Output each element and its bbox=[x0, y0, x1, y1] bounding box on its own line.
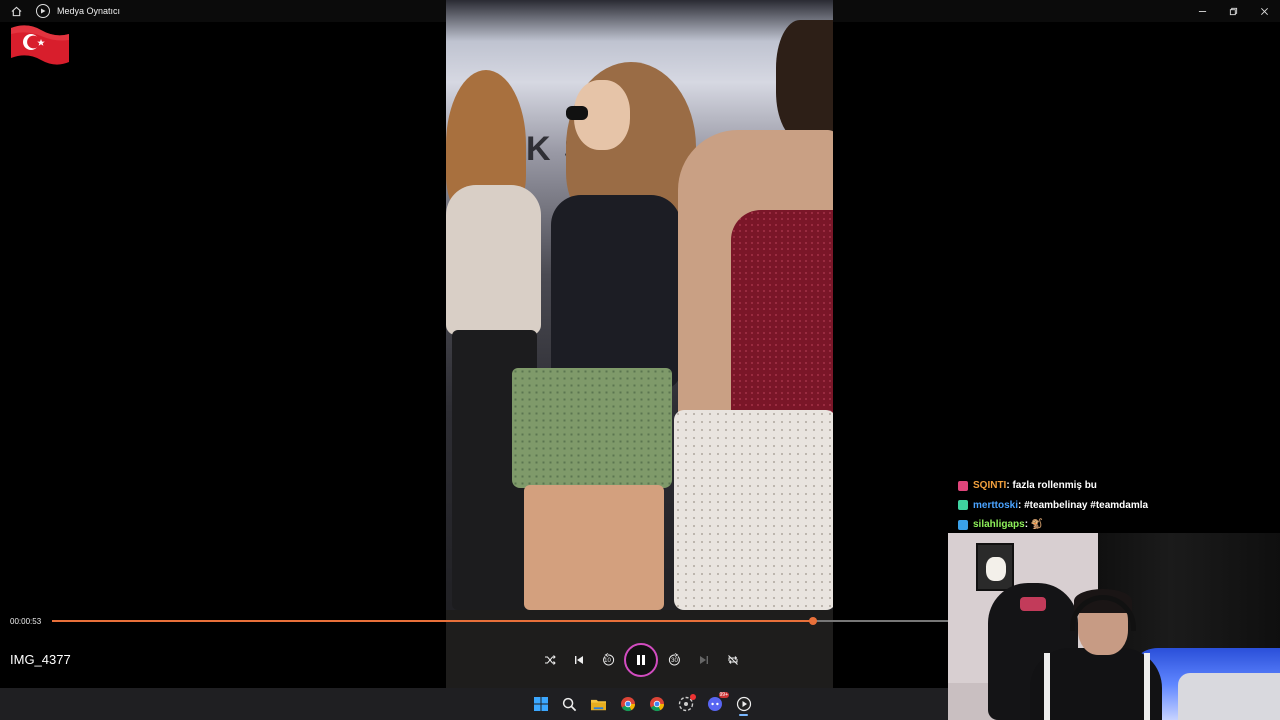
current-time: 00:00:53 bbox=[10, 617, 42, 626]
chat-text: : #teambelinay #teamdamla bbox=[1018, 499, 1149, 511]
chat-text: : fazla rollenmiş bu bbox=[1006, 480, 1097, 492]
media-player-icon[interactable] bbox=[729, 692, 758, 716]
home-icon[interactable] bbox=[5, 0, 27, 22]
restore-button[interactable] bbox=[1218, 0, 1249, 22]
sunglasses bbox=[566, 106, 588, 120]
pause-button[interactable] bbox=[624, 643, 658, 677]
next-icon[interactable] bbox=[689, 645, 718, 675]
seek-bar-thumb[interactable] bbox=[808, 617, 817, 625]
seek-bar[interactable] bbox=[52, 617, 948, 625]
chat-badge-icon bbox=[958, 480, 968, 491]
webcam-overlay bbox=[948, 533, 1280, 720]
chrome-icon[interactable] bbox=[642, 692, 671, 716]
discord-icon[interactable]: 99+ bbox=[700, 692, 729, 716]
file-explorer-icon[interactable] bbox=[584, 692, 613, 716]
chat-message: SQINTI : fazla rollenmiş bu bbox=[958, 476, 1280, 496]
chat-username: merttoski bbox=[973, 499, 1019, 511]
notification-badge bbox=[690, 694, 696, 700]
person-center-body bbox=[551, 195, 681, 390]
person-right-hair bbox=[776, 20, 833, 140]
chat-username: SQINTI bbox=[973, 480, 1007, 492]
green-skirt bbox=[512, 368, 672, 488]
turkish-flag-icon bbox=[9, 22, 71, 68]
chrome-icon[interactable] bbox=[613, 692, 642, 716]
skip-forward-30-icon[interactable]: 30 bbox=[660, 645, 689, 675]
sofa bbox=[1178, 673, 1280, 720]
seek-bar-fill bbox=[52, 620, 813, 622]
video-frame[interactable]: K SE bbox=[446, 0, 833, 688]
media-player-app-icon bbox=[36, 4, 50, 18]
shuffle-icon[interactable] bbox=[535, 645, 564, 675]
chat-username: silahligaps bbox=[973, 519, 1025, 531]
cat-picture bbox=[986, 557, 1006, 581]
lace-skirt bbox=[674, 410, 833, 610]
sequin-top bbox=[731, 210, 833, 435]
chat-badge-icon bbox=[958, 519, 968, 530]
person-left-body bbox=[446, 185, 541, 335]
skip-back-label: 10 bbox=[604, 658, 611, 664]
previous-icon[interactable] bbox=[564, 645, 593, 675]
chat-overlay: SQINTI : fazla rollenmiş bu merttoski : … bbox=[958, 476, 1280, 535]
close-button[interactable] bbox=[1249, 0, 1280, 22]
minimize-button[interactable] bbox=[1187, 0, 1218, 22]
taskbar: 99+ bbox=[0, 688, 948, 720]
chair-logo bbox=[1020, 597, 1046, 611]
skip-back-10-icon[interactable]: 10 bbox=[593, 645, 622, 675]
seek-bar-area: 00:00:53 bbox=[0, 612, 948, 632]
file-name: IMG_4377 bbox=[10, 652, 71, 667]
chat-message: merttoski : #teambelinay #teamdamla bbox=[958, 496, 1280, 516]
chat-message: silahligaps : 🐒 bbox=[958, 515, 1280, 535]
chat-text: : 🐒 bbox=[1024, 519, 1044, 531]
windows-start-icon[interactable] bbox=[526, 692, 555, 716]
repeat-off-icon[interactable] bbox=[718, 645, 747, 675]
chat-badge-icon bbox=[958, 500, 968, 511]
playback-controls: 10 30 bbox=[535, 643, 747, 677]
jacket-stripe bbox=[1144, 653, 1150, 720]
cat-picture-frame bbox=[976, 543, 1014, 591]
window-title: Medya Oynatıcı bbox=[57, 6, 121, 16]
app-icon[interactable] bbox=[671, 692, 700, 716]
jacket-stripe bbox=[1044, 653, 1050, 720]
discord-badge: 99+ bbox=[718, 692, 729, 698]
pause-icon bbox=[637, 655, 645, 665]
skip-forward-label: 30 bbox=[671, 658, 678, 664]
person-center-legs bbox=[524, 485, 664, 610]
search-icon[interactable] bbox=[555, 692, 584, 716]
